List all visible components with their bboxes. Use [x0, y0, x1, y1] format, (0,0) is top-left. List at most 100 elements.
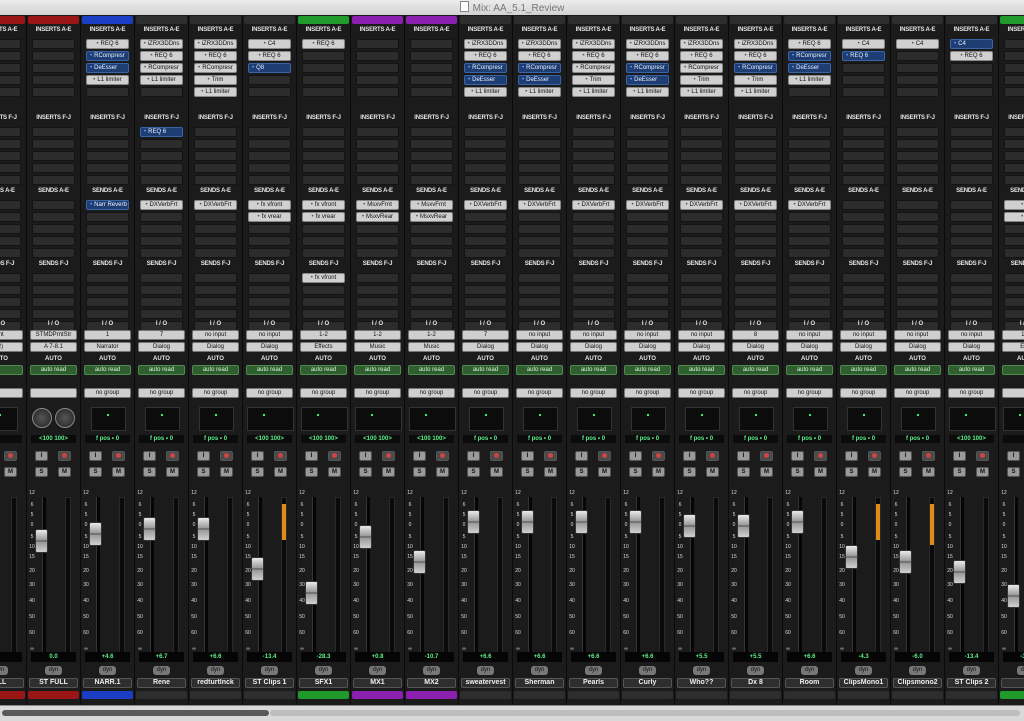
send-slot[interactable]: [626, 309, 669, 319]
send-slot[interactable]: [464, 248, 507, 258]
solo-button[interactable]: S: [35, 467, 48, 477]
input-monitor-button[interactable]: I: [737, 451, 750, 461]
insert-slot[interactable]: REQ 6: [572, 51, 615, 61]
group-selector[interactable]: no group: [948, 388, 995, 398]
insert-slot[interactable]: [140, 175, 183, 185]
send-slot[interactable]: [0, 200, 21, 210]
insert-slot[interactable]: [248, 163, 291, 173]
send-slot[interactable]: fx vrear: [248, 212, 291, 222]
group-selector[interactable]: no group: [462, 388, 509, 398]
pan-display[interactable]: [355, 407, 402, 431]
insert-slot[interactable]: [0, 39, 21, 49]
send-slot[interactable]: [680, 309, 723, 319]
send-slot[interactable]: [626, 297, 669, 307]
record-button[interactable]: [490, 451, 503, 461]
pan-display[interactable]: [631, 407, 666, 431]
record-button[interactable]: [868, 451, 881, 461]
insert-slot[interactable]: [0, 163, 21, 173]
insert-slot[interactable]: [734, 151, 777, 161]
input-selector[interactable]: 1-2: [1002, 330, 1024, 340]
insert-slot[interactable]: [572, 139, 615, 149]
insert-slot[interactable]: [896, 63, 939, 73]
volume-fader[interactable]: [629, 510, 642, 534]
insert-slot[interactable]: [140, 163, 183, 173]
input-selector[interactable]: no input: [786, 330, 833, 340]
send-slot[interactable]: [734, 212, 777, 222]
send-slot[interactable]: [248, 236, 291, 246]
send-slot[interactable]: [572, 224, 615, 234]
pan-display[interactable]: [247, 407, 294, 431]
insert-slot[interactable]: REQ 6: [680, 51, 723, 61]
send-slot[interactable]: [464, 224, 507, 234]
send-slot[interactable]: fx: [1004, 200, 1024, 210]
automation-mode[interactable]: auto read: [948, 365, 995, 375]
send-slot[interactable]: [734, 236, 777, 246]
send-slot[interactable]: [680, 236, 723, 246]
send-slot[interactable]: [788, 248, 831, 258]
input-selector[interactable]: 7: [462, 330, 509, 340]
send-slot[interactable]: [86, 236, 129, 246]
insert-slot[interactable]: [356, 75, 399, 85]
send-slot[interactable]: [194, 212, 237, 222]
automation-mode[interactable]: auto read: [894, 365, 941, 375]
insert-slot[interactable]: L1 limiter: [194, 87, 237, 97]
insert-slot[interactable]: [356, 163, 399, 173]
group-selector[interactable]: no group: [678, 388, 725, 398]
insert-slot[interactable]: [896, 127, 939, 137]
track-name[interactable]: Dx 8: [731, 678, 780, 688]
send-slot[interactable]: [572, 309, 615, 319]
solo-button[interactable]: S: [1007, 467, 1020, 477]
insert-slot[interactable]: [572, 175, 615, 185]
send-slot[interactable]: [680, 273, 723, 283]
insert-slot[interactable]: L1 limiter: [572, 87, 615, 97]
insert-slot[interactable]: DeEsser: [86, 63, 129, 73]
send-slot[interactable]: [680, 212, 723, 222]
input-selector[interactable]: no input: [246, 330, 293, 340]
track-name[interactable]: ClipsMono1: [839, 678, 888, 688]
insert-slot[interactable]: iZRX3DDns: [680, 39, 723, 49]
output-selector[interactable]: Dialog: [732, 342, 779, 352]
group-selector[interactable]: no group: [408, 388, 455, 398]
insert-slot[interactable]: [302, 127, 345, 137]
pan-display[interactable]: [409, 407, 456, 431]
track-name[interactable]: SFX1: [299, 678, 348, 688]
insert-slot[interactable]: [788, 175, 831, 185]
insert-slot[interactable]: [410, 39, 453, 49]
send-slot[interactable]: [626, 273, 669, 283]
insert-slot[interactable]: RCompresr: [680, 63, 723, 73]
volume-fader[interactable]: [89, 522, 102, 546]
send-slot[interactable]: [410, 224, 453, 234]
insert-slot[interactable]: [1004, 63, 1024, 73]
insert-slot[interactable]: [842, 163, 885, 173]
volume-fader[interactable]: [791, 510, 804, 534]
send-slot[interactable]: [194, 309, 237, 319]
send-slot[interactable]: DXVerbFrt: [518, 200, 561, 210]
insert-slot[interactable]: iZRX3DDns: [194, 39, 237, 49]
send-slot[interactable]: [842, 273, 885, 283]
insert-slot[interactable]: [302, 75, 345, 85]
input-selector[interactable]: no input: [840, 330, 887, 340]
send-slot[interactable]: DXVerbFrt: [734, 200, 777, 210]
insert-slot[interactable]: [950, 127, 993, 137]
send-slot[interactable]: [1004, 236, 1024, 246]
insert-slot[interactable]: [896, 51, 939, 61]
send-slot[interactable]: Narr Reverb: [86, 200, 129, 210]
send-slot[interactable]: [788, 285, 831, 295]
send-slot[interactable]: [572, 248, 615, 258]
insert-slot[interactable]: [0, 63, 21, 73]
input-monitor-button[interactable]: I: [521, 451, 534, 461]
automation-mode[interactable]: auto read: [192, 365, 239, 375]
output-selector[interactable]: A 7-8.1: [30, 342, 77, 352]
insert-slot[interactable]: REQ 6: [302, 39, 345, 49]
insert-slot[interactable]: [1004, 127, 1024, 137]
pan-display[interactable]: [793, 407, 828, 431]
insert-slot[interactable]: L1 limiter: [626, 87, 669, 97]
insert-slot[interactable]: [0, 127, 21, 137]
insert-slot[interactable]: [950, 139, 993, 149]
send-slot[interactable]: [626, 224, 669, 234]
insert-slot[interactable]: [32, 175, 75, 185]
send-slot[interactable]: DXVerbFrt: [464, 200, 507, 210]
group-selector[interactable]: no group: [246, 388, 293, 398]
input-monitor-button[interactable]: I: [305, 451, 318, 461]
record-button[interactable]: [328, 451, 341, 461]
